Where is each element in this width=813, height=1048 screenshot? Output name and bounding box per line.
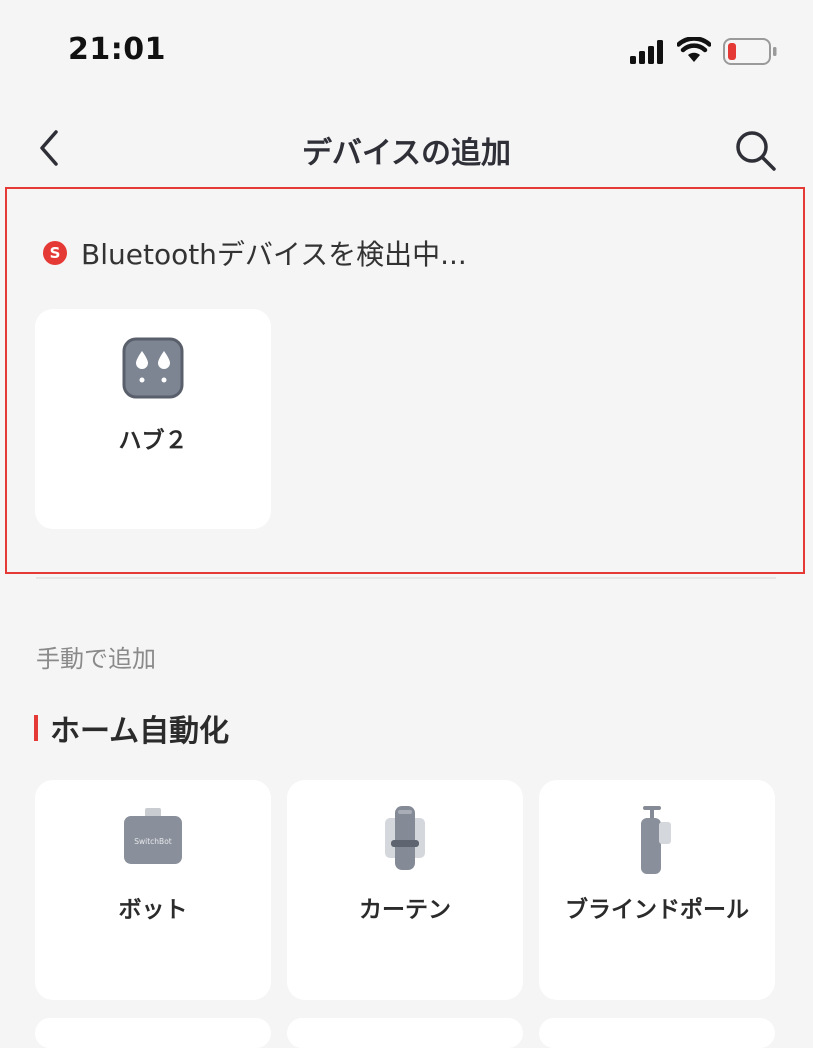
device-card-curtain[interactable]: カーテン [287, 780, 523, 1000]
search-icon [736, 131, 776, 171]
device-card-label: カーテン [359, 897, 451, 923]
device-card-label: ハブ２ [118, 428, 188, 454]
device-card-label: ボット [118, 897, 188, 923]
svg-text:SwitchBot: SwitchBot [134, 837, 172, 846]
scanning-badge-icon: S [43, 241, 67, 265]
device-card-bot[interactable]: SwitchBot ボット [35, 780, 271, 1000]
device-card-label: ブラインドポール [565, 897, 749, 923]
search-button[interactable] [733, 128, 779, 174]
bluetooth-status-text: Bluetoothデバイスを検出中... [81, 238, 467, 271]
status-time: 21:01 [68, 32, 166, 67]
device-card-partial[interactable] [35, 1018, 271, 1048]
device-card-partial[interactable] [539, 1018, 775, 1048]
wifi-icon [677, 37, 711, 62]
bluetooth-status: S Bluetoothデバイスを検出中... [43, 233, 467, 273]
status-bar: 21:01 [0, 0, 813, 100]
hub2-icon [122, 337, 184, 399]
manual-add-label: 手動で追加 [36, 645, 156, 673]
curtain-icon [385, 806, 425, 870]
nav-bar: デバイスの追加 [0, 110, 813, 180]
battery-icon [723, 38, 777, 65]
page-title: デバイスの追加 [301, 136, 512, 171]
bot-icon: SwitchBot [124, 808, 182, 864]
section-divider [36, 577, 776, 579]
device-card-blind-tilt[interactable]: ブラインドポール [539, 780, 775, 1000]
category-header: ホーム自動化 [34, 706, 229, 750]
signal-icon [630, 40, 663, 64]
bluetooth-discovery-section: S Bluetoothデバイスを検出中... ハブ２ [5, 187, 805, 574]
category-title: ホーム自動化 [50, 714, 230, 749]
device-card-hub2[interactable]: ハブ２ [35, 309, 271, 529]
category-accent-bar [34, 715, 38, 741]
device-card-partial[interactable] [287, 1018, 523, 1048]
blind-tilt-icon [641, 806, 671, 874]
